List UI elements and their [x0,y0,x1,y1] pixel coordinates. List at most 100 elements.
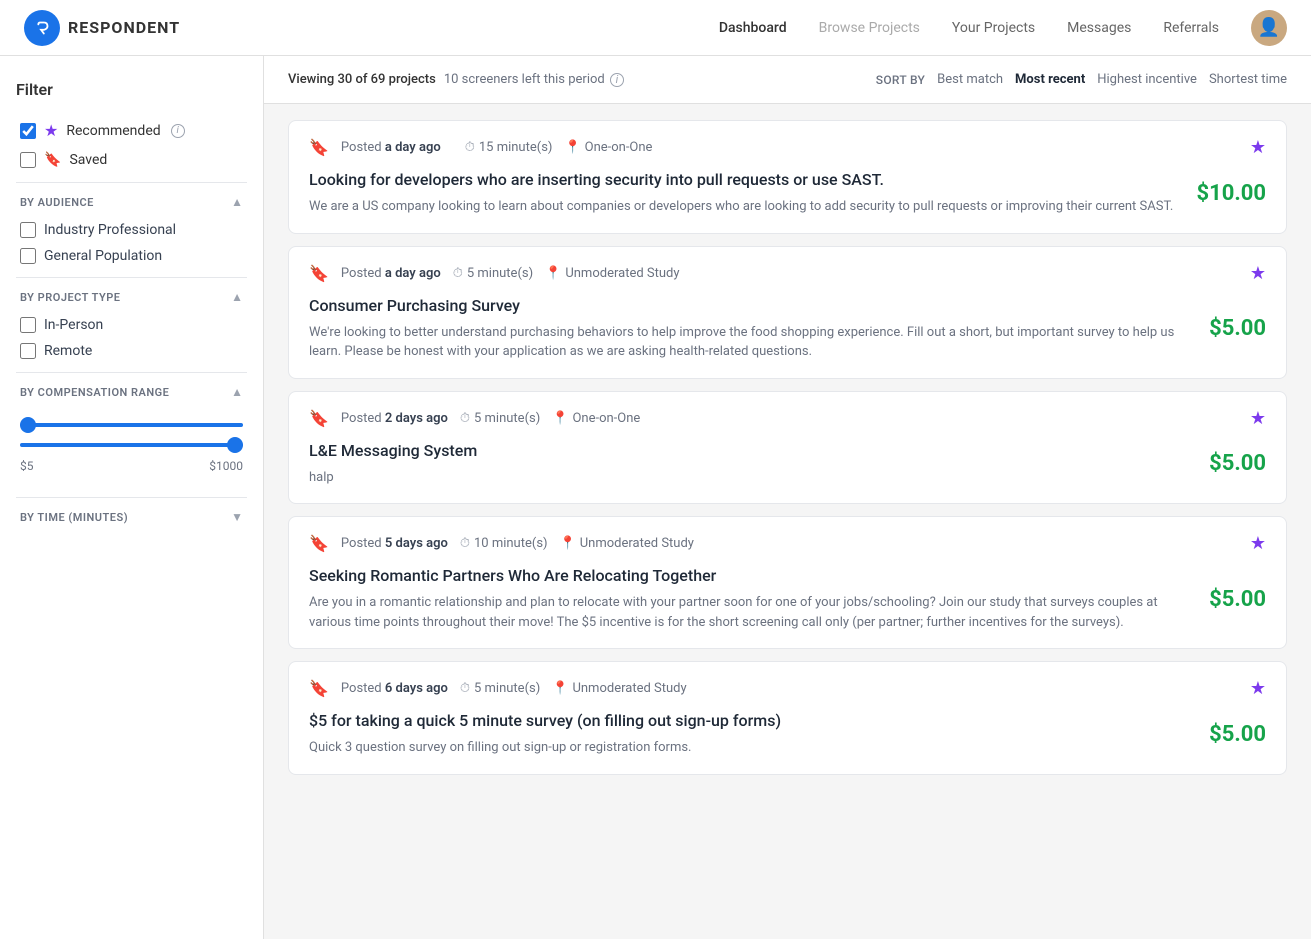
filter-in-person[interactable]: In-Person [16,312,247,338]
project-title-3: L&E Messaging System [309,441,1193,460]
location-icon-1: 📍 [564,140,580,155]
by-project-type-label: BY PROJECT TYPE [20,291,121,304]
filter-general-population[interactable]: General Population [16,243,247,269]
by-time-header[interactable]: BY TIME (MINUTES) ▼ [16,497,247,532]
general-population-checkbox[interactable] [20,248,36,264]
saved-label: Saved [69,152,107,168]
posted-time-1: a day ago [385,140,441,155]
by-project-type-section: BY PROJECT TYPE ▲ In-Person Remote [16,277,247,364]
project-desc-3: halp [309,468,1193,488]
duration-3: 5 minute(s) [474,411,540,426]
project-meta-1: 🔖 Posted a day ago ⏱ 15 minute(s) 📍 One-… [309,137,1266,158]
comp-min-label: $5 [20,459,34,473]
sort-highest-incentive[interactable]: Highest incentive [1097,72,1197,87]
meta-time-3: ⏱ 5 minute(s) [460,411,540,426]
screeners-info-icon[interactable]: i [610,73,624,87]
project-price-2: $5.00 [1209,316,1266,341]
meta-location-2: 📍 Unmoderated Study [545,266,679,281]
bookmark-icon-5: 🔖 [309,679,329,698]
star-button-2[interactable]: ★ [1250,263,1266,284]
project-meta-5: 🔖 Posted 6 days ago ⏱ 5 minute(s) 📍 Unmo… [309,678,1266,699]
by-audience-header[interactable]: BY AUDIENCE ▲ [16,182,247,217]
filter-remote[interactable]: Remote [16,338,247,364]
by-project-type-chevron: ▲ [231,290,243,304]
project-card-2[interactable]: 🔖 Posted a day ago ⏱ 5 minute(s) 📍 Unmod… [288,246,1287,379]
by-time-chevron: ▼ [231,510,243,524]
location-text-1: One-on-One [585,140,653,155]
filter-recommended[interactable]: ★ Recommended i [16,115,247,146]
in-person-checkbox[interactable] [20,317,36,333]
sort-best-match[interactable]: Best match [937,72,1003,87]
project-price-5: $5.00 [1209,722,1266,747]
clock-icon-2: ⏱ [453,266,463,281]
logo[interactable]: RESPONDENT [24,10,180,46]
saved-checkbox[interactable] [20,152,36,168]
project-meta-3: 🔖 Posted 2 days ago ⏱ 5 minute(s) 📍 One-… [309,408,1266,429]
clock-icon-5: ⏱ [460,681,470,696]
location-icon-4: 📍 [560,536,576,551]
filter-recommended-section: ★ Recommended i 🔖 Saved [16,115,247,174]
compensation-range-control: $5 $1000 [16,407,247,489]
filter-industry-professional[interactable]: Industry Professional [16,217,247,243]
project-meta-2: 🔖 Posted a day ago ⏱ 5 minute(s) 📍 Unmod… [309,263,1266,284]
project-info-5: $5 for taking a quick 5 minute survey (o… [309,711,1193,758]
star-icon: ★ [44,121,58,140]
posted-time-5: 6 days ago [385,681,448,696]
nav-your-projects[interactable]: Your Projects [952,20,1035,36]
bookmark-icon-4: 🔖 [309,534,329,553]
bookmark-icon-2: 🔖 [309,264,329,283]
project-info-1: Looking for developers who are inserting… [309,170,1181,217]
meta-time-5: ⏱ 5 minute(s) [460,681,540,696]
star-button-3[interactable]: ★ [1250,408,1266,429]
project-card-5[interactable]: 🔖 Posted 6 days ago ⏱ 5 minute(s) 📍 Unmo… [288,661,1287,775]
project-content-1: Looking for developers who are inserting… [309,170,1266,217]
project-desc-2: We're looking to better understand purch… [309,323,1193,362]
posted-1: Posted a day ago [341,140,441,155]
nav-messages[interactable]: Messages [1067,20,1131,36]
remote-checkbox[interactable] [20,343,36,359]
filter-saved[interactable]: 🔖 Saved [16,146,247,174]
screeners-left-text: 10 screeners left this period [444,72,605,87]
by-audience-section: BY AUDIENCE ▲ Industry Professional Gene… [16,182,247,269]
location-icon-2: 📍 [545,266,561,281]
posted-5: Posted 6 days ago [341,681,448,696]
nav-browse-projects[interactable]: Browse Projects [819,20,920,36]
star-button-1[interactable]: ★ [1250,137,1266,158]
logo-text: RESPONDENT [68,18,180,37]
nav-referrals[interactable]: Referrals [1163,20,1219,36]
project-content-5: $5 for taking a quick 5 minute survey (o… [309,711,1266,758]
meta-time-1: ⏱ 15 minute(s) [465,140,553,155]
duration-5: 5 minute(s) [474,681,540,696]
by-compensation-section: BY COMPENSATION RANGE ▲ $5 $1000 [16,372,247,489]
posted-4: Posted 5 days ago [341,536,448,551]
sort-most-recent[interactable]: Most recent [1015,72,1085,87]
comp-range-min-slider[interactable] [20,423,243,427]
avatar[interactable]: 👤 [1251,10,1287,46]
comp-range-max-slider[interactable] [20,443,243,447]
recommended-label: Recommended [66,123,160,139]
sort-section: SORT BY Best match Most recent Highest i… [876,72,1287,87]
industry-professional-label: Industry Professional [44,222,176,238]
star-button-5[interactable]: ★ [1250,678,1266,699]
recommended-checkbox[interactable] [20,123,36,139]
results-header: Viewing 30 of 69 projects 10 screeners l… [264,56,1311,104]
project-card-4[interactable]: 🔖 Posted 5 days ago ⏱ 10 minute(s) 📍 Unm… [288,516,1287,649]
by-compensation-header[interactable]: BY COMPENSATION RANGE ▲ [16,372,247,407]
meta-location-4: 📍 Unmoderated Study [560,536,694,551]
projects-list: 🔖 Posted a day ago ⏱ 15 minute(s) 📍 One-… [264,104,1311,803]
posted-time-4: 5 days ago [385,536,448,551]
nav-links: Dashboard Browse Projects Your Projects … [719,20,1219,36]
recommended-info-icon[interactable]: i [171,124,185,138]
star-button-4[interactable]: ★ [1250,533,1266,554]
meta-time-4: ⏱ 10 minute(s) [460,536,548,551]
by-project-type-header[interactable]: BY PROJECT TYPE ▲ [16,277,247,312]
nav-dashboard[interactable]: Dashboard [719,20,787,36]
bookmark-icon-1: 🔖 [309,138,329,157]
project-card-1[interactable]: 🔖 Posted a day ago ⏱ 15 minute(s) 📍 One-… [288,120,1287,234]
general-population-label: General Population [44,248,162,264]
sort-shortest-time[interactable]: Shortest time [1209,72,1287,87]
project-card-3[interactable]: 🔖 Posted 2 days ago ⏱ 5 minute(s) 📍 One-… [288,391,1287,505]
meta-time-2: ⏱ 5 minute(s) [453,266,533,281]
industry-professional-checkbox[interactable] [20,222,36,238]
project-price-3: $5.00 [1209,451,1266,476]
